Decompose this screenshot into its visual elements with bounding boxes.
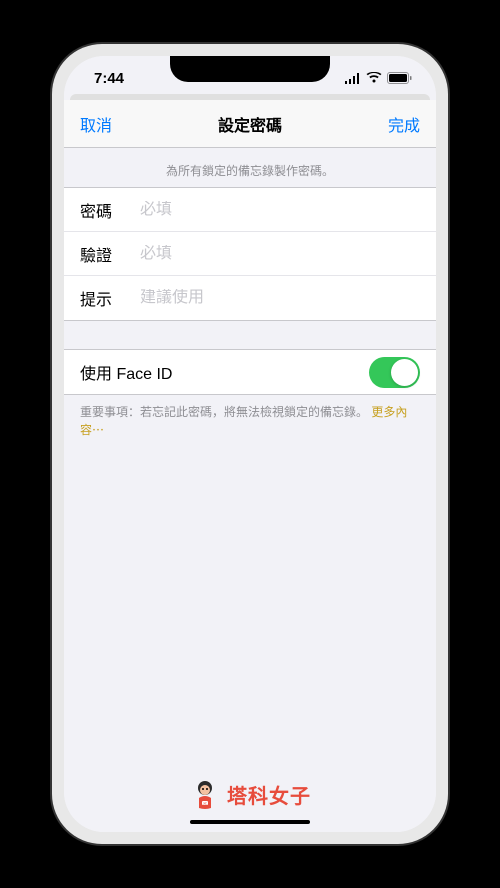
faceid-row: 使用 Face ID <box>64 350 436 394</box>
phone-frame: 7:44 取消 設定密碼 完成 為所有鎖定的備忘錄製作密碼。 <box>52 44 448 844</box>
content-area: 為所有鎖定的備忘錄製作密碼。 密碼 驗證 提示 使用 Face ID <box>64 148 436 832</box>
hint-input[interactable] <box>140 289 420 307</box>
wifi-icon <box>366 72 382 84</box>
status-right <box>344 72 412 84</box>
password-form-group: 密碼 驗證 提示 <box>64 187 436 321</box>
signal-icon <box>344 73 361 84</box>
cancel-button[interactable]: 取消 <box>80 112 112 136</box>
password-input[interactable] <box>140 201 420 219</box>
home-indicator[interactable] <box>190 820 310 824</box>
watermark-text: 塔科女子 <box>227 780 311 809</box>
status-time: 7:44 <box>94 70 124 87</box>
footer-note-text: 重要事項：若忘記此密碼，將無法檢視鎖定的備忘錄。 <box>80 405 371 419</box>
nav-title: 設定密碼 <box>218 112 282 136</box>
battery-icon <box>387 72 412 84</box>
footer-note: 重要事項：若忘記此密碼，將無法檢視鎖定的備忘錄。 更多內容⋯ <box>64 395 436 447</box>
watermark: 3C 塔科女子 <box>189 778 311 810</box>
faceid-label: 使用 Face ID <box>80 360 172 384</box>
verify-row: 驗證 <box>64 232 436 276</box>
password-row: 密碼 <box>64 188 436 232</box>
notch <box>170 56 330 82</box>
password-label: 密碼 <box>80 198 140 222</box>
watermark-icon: 3C <box>189 778 221 810</box>
faceid-group: 使用 Face ID <box>64 349 436 395</box>
hint-label: 提示 <box>80 286 140 310</box>
done-button[interactable]: 完成 <box>388 112 420 136</box>
faceid-toggle[interactable] <box>369 357 420 388</box>
hint-row: 提示 <box>64 276 436 320</box>
verify-input[interactable] <box>140 245 420 263</box>
toggle-knob <box>391 359 418 386</box>
section-header: 為所有鎖定的備忘錄製作密碼。 <box>64 148 436 187</box>
verify-label: 驗證 <box>80 242 140 266</box>
nav-bar: 取消 設定密碼 完成 <box>64 100 436 148</box>
phone-screen: 7:44 取消 設定密碼 完成 為所有鎖定的備忘錄製作密碼。 <box>64 56 436 832</box>
